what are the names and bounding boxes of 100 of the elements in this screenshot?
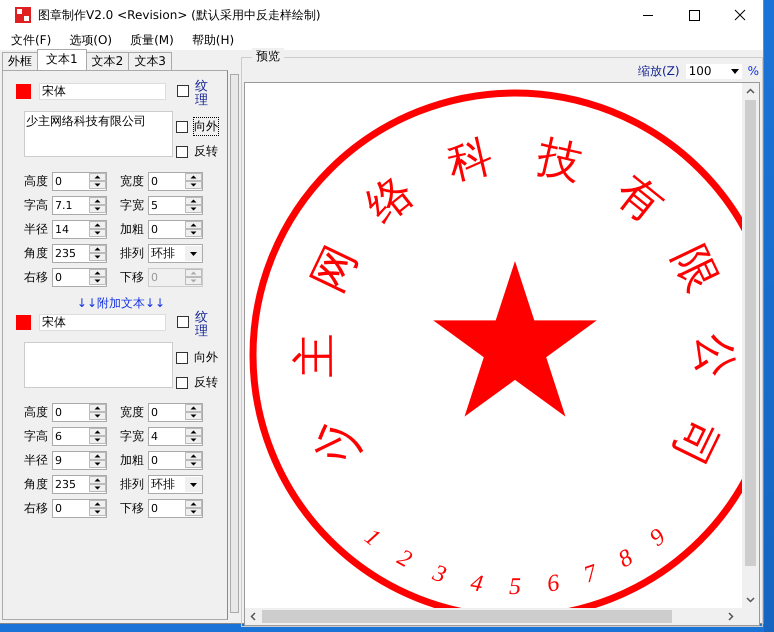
menu-item[interactable]: 帮助(H) bbox=[188, 32, 238, 48]
checkbox[interactable] bbox=[176, 146, 188, 158]
checkbox-label: 向外 bbox=[194, 118, 218, 135]
spin-up-icon[interactable] bbox=[89, 500, 106, 508]
caret-icon[interactable] bbox=[730, 68, 739, 74]
section-heading: ↓↓附加文本↓↓ bbox=[76, 295, 166, 312]
tab[interactable]: 文本1 bbox=[37, 49, 87, 70]
spin-up-icon[interactable] bbox=[89, 452, 106, 460]
spin-down-icon[interactable] bbox=[89, 412, 106, 420]
checkbox[interactable] bbox=[176, 352, 188, 364]
spin-up-icon[interactable] bbox=[89, 245, 106, 253]
spin-down-icon[interactable] bbox=[89, 253, 106, 261]
field-label: 宽度 bbox=[120, 404, 145, 421]
spin-up-icon[interactable] bbox=[89, 269, 106, 277]
spin-up-icon[interactable] bbox=[185, 173, 202, 181]
field-label: 下移 bbox=[120, 269, 145, 286]
field-label: 排列 bbox=[120, 476, 145, 493]
tab[interactable]: 外框 bbox=[2, 52, 38, 70]
checkbox[interactable] bbox=[176, 376, 188, 388]
spin-up-icon[interactable] bbox=[185, 452, 202, 460]
checkbox[interactable] bbox=[177, 316, 189, 328]
stamp-character: 公 bbox=[689, 334, 741, 378]
spin-up-icon[interactable] bbox=[89, 197, 106, 205]
color-swatch[interactable] bbox=[16, 84, 31, 99]
field-label: 半径 bbox=[24, 221, 49, 238]
spin-down-icon[interactable] bbox=[89, 484, 106, 492]
spin-down-icon[interactable] bbox=[89, 205, 106, 213]
stamp-character: 科 bbox=[443, 130, 498, 190]
checkbox[interactable] bbox=[176, 120, 188, 132]
field-label: 右移 bbox=[24, 269, 49, 286]
spin-up-icon[interactable] bbox=[185, 197, 202, 205]
checkbox-label: 纹理 bbox=[195, 311, 208, 340]
field-label: 高度 bbox=[24, 173, 49, 190]
spin-down-icon[interactable] bbox=[89, 508, 106, 516]
dropdown[interactable]: 环排 bbox=[148, 244, 203, 263]
spin-down-icon[interactable] bbox=[185, 181, 202, 189]
spin-down-icon[interactable] bbox=[185, 460, 202, 468]
tab[interactable]: 文本3 bbox=[128, 52, 172, 70]
menu-item[interactable]: 选项(O) bbox=[66, 32, 116, 48]
color-swatch[interactable] bbox=[16, 315, 31, 330]
spin-down-icon[interactable] bbox=[185, 436, 202, 444]
horizontal-scrollbar[interactable] bbox=[245, 608, 759, 625]
field-label: 字高 bbox=[24, 197, 49, 214]
spin-up-icon[interactable] bbox=[89, 221, 106, 229]
spin-down-icon[interactable] bbox=[89, 436, 106, 444]
field-label: 下移 bbox=[120, 500, 145, 517]
scrollbar-thumb[interactable] bbox=[745, 100, 756, 566]
stamp-character: 网 bbox=[302, 238, 368, 300]
scrollbar-thumb[interactable] bbox=[262, 610, 672, 623]
checkbox[interactable] bbox=[177, 85, 189, 97]
caret-icon[interactable] bbox=[185, 477, 202, 492]
vertical-scrollbar[interactable] bbox=[742, 83, 759, 608]
font-field[interactable]: 宋体 bbox=[39, 83, 166, 100]
spin-down-icon[interactable] bbox=[89, 460, 106, 468]
spin-down-icon[interactable] bbox=[185, 205, 202, 213]
field-label: 高度 bbox=[24, 404, 49, 421]
stamp-character: 7 bbox=[580, 560, 600, 589]
stamp-character: 8 bbox=[614, 544, 638, 574]
font-field[interactable]: 宋体 bbox=[39, 314, 166, 331]
app-icon bbox=[15, 7, 31, 23]
spin-down-icon[interactable] bbox=[185, 229, 202, 237]
field-label: 字宽 bbox=[120, 428, 145, 445]
zoom-dropdown[interactable]: 100 bbox=[686, 64, 742, 78]
spin-down-icon[interactable] bbox=[185, 508, 202, 516]
text-field[interactable] bbox=[24, 342, 173, 388]
stamp-character: 有 bbox=[606, 165, 674, 232]
field-label: 字高 bbox=[24, 428, 49, 445]
spin-up-icon[interactable] bbox=[89, 428, 106, 436]
text-field[interactable]: 少主网络科技有限公司 bbox=[24, 111, 173, 157]
dropdown[interactable]: 环排 bbox=[148, 475, 203, 494]
stamp-character: 1 bbox=[359, 524, 385, 552]
caret-icon[interactable] bbox=[185, 246, 202, 261]
field-label: 右移 bbox=[24, 500, 49, 517]
stamp-character: 司 bbox=[662, 412, 728, 474]
spin-up-icon[interactable] bbox=[185, 221, 202, 229]
spin-down-icon[interactable] bbox=[89, 181, 106, 189]
field-label: 字宽 bbox=[120, 197, 145, 214]
spin-up-icon[interactable] bbox=[185, 500, 202, 508]
spin-up-icon[interactable] bbox=[185, 428, 202, 436]
spin-down-icon[interactable] bbox=[89, 277, 106, 285]
spin-up-icon[interactable] bbox=[89, 404, 106, 412]
stamp-character: 3 bbox=[430, 560, 450, 589]
checkbox-label: 反转 bbox=[194, 143, 218, 160]
stamp-character: 2 bbox=[392, 544, 416, 574]
checkbox-label: 向外 bbox=[194, 349, 218, 366]
star-icon bbox=[433, 261, 597, 417]
spin-down-icon[interactable] bbox=[89, 229, 106, 237]
stamp-character: 少 bbox=[302, 412, 368, 474]
field-label: 角度 bbox=[24, 476, 49, 493]
menu-item[interactable]: 质量(M) bbox=[127, 32, 177, 48]
spin-up-icon[interactable] bbox=[185, 404, 202, 412]
spin-down-icon[interactable] bbox=[185, 412, 202, 420]
zoom-label: 缩放(Z) bbox=[638, 62, 680, 80]
group-label: 预览 bbox=[252, 48, 284, 65]
spin-up-icon[interactable] bbox=[89, 476, 106, 484]
stamp-character: 络 bbox=[356, 165, 424, 232]
field-label: 排列 bbox=[120, 245, 145, 262]
spin-up-icon[interactable] bbox=[89, 173, 106, 181]
menu-item[interactable]: 文件(F) bbox=[8, 32, 54, 48]
field-label: 加粗 bbox=[120, 221, 145, 238]
